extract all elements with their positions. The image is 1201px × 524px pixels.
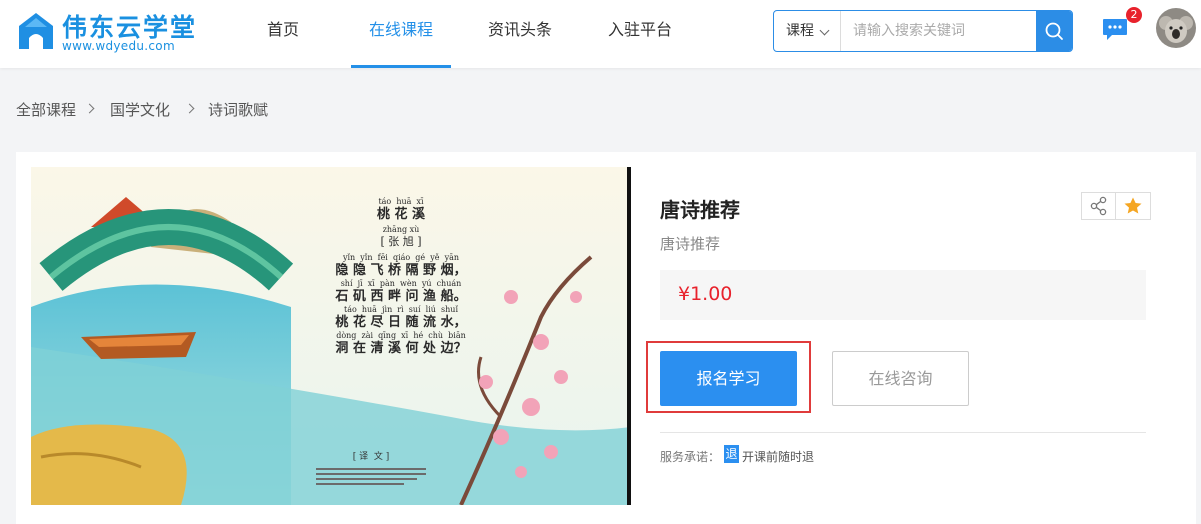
poem-translation-text [316, 465, 426, 488]
share-button[interactable] [1082, 193, 1116, 219]
site-logo[interactable]: 伟东云学堂 www.wdyedu.com [16, 8, 206, 58]
nav-home[interactable]: 首页 [266, 0, 300, 68]
search-bar: 课程 [773, 10, 1073, 52]
search-button[interactable] [1036, 11, 1072, 51]
nav-join-platform[interactable]: 入驻平台 [606, 0, 674, 68]
breadcrumb-all-courses[interactable]: 全部课程 [16, 99, 76, 120]
refund-policy-text: 开课前随时退 [742, 450, 815, 464]
koala-avatar-image [1156, 8, 1196, 48]
poem-title-pinyin: táo huā xī [378, 197, 424, 206]
breadcrumb-poetry[interactable]: 诗词歌赋 [208, 99, 268, 120]
chevron-right-icon [184, 103, 195, 114]
poem-line-1: 隐 隐 飞 桥 隔 野 烟， [335, 263, 467, 278]
school-house-icon [19, 13, 53, 49]
divider [660, 432, 1146, 433]
service-promise-label: 服务承诺： [660, 450, 721, 464]
nav-news[interactable]: 资讯头条 [486, 0, 554, 68]
refund-tag: 退 [724, 445, 739, 463]
poem-line-3-pinyin: táo huā jìn rì suí liú shuǐ [343, 305, 459, 314]
message-count-badge: 2 [1126, 7, 1142, 23]
poem-line-4-pinyin: dòng zài qīng xī hé chù biān [336, 331, 466, 340]
chevron-down-icon [819, 25, 830, 36]
star-icon [1124, 197, 1142, 214]
share-favorite-group [1081, 192, 1151, 220]
poem-line-2: 石 矶 西 畔 问 渔 船。 [335, 289, 467, 304]
poem-block: táo huā xī 桃 花 溪 zhāng xù [ 张 旭 ] yǐn yǐ… [301, 197, 501, 357]
online-consult-button[interactable]: 在线咨询 [832, 351, 969, 406]
poem-line-2-pinyin: shí jī xī pàn wèn yú chuán [340, 279, 462, 288]
search-type-select[interactable]: 课程 [774, 11, 841, 51]
user-avatar[interactable] [1156, 8, 1196, 48]
poem-author: [ 张 旭 ] [380, 235, 422, 248]
messages-button[interactable] [1101, 16, 1129, 42]
search-icon [1045, 22, 1063, 40]
chevron-right-icon [84, 103, 95, 114]
nav-online-courses[interactable]: 在线课程 [351, 0, 451, 68]
course-card: táo huā xī 桃 花 溪 zhāng xù [ 张 旭 ] yǐn yǐ… [16, 152, 1196, 524]
course-title: 唐诗推荐 [660, 198, 740, 222]
search-type-label: 课程 [786, 23, 814, 39]
enroll-button[interactable]: 报名学习 [660, 351, 797, 406]
favorite-button[interactable] [1116, 193, 1150, 219]
course-cover-image: táo huā xī 桃 花 溪 zhāng xù [ 张 旭 ] yǐn yǐ… [31, 167, 631, 505]
poem-line-4: 洞 在 清 溪 何 处 边？ [335, 341, 467, 356]
course-price: ¥1.00 [678, 283, 733, 305]
brand-url: www.wdyedu.com [62, 39, 175, 53]
poem-line-1-pinyin: yǐn yǐn fēi qiáo gé yě yān [342, 253, 460, 262]
search-input[interactable] [842, 11, 1037, 51]
breadcrumb-chinese-culture[interactable]: 国学文化 [110, 99, 170, 120]
course-subtitle: 唐诗推荐 [660, 235, 721, 253]
price-panel: ¥1.00 [660, 270, 1146, 320]
poem-title: 桃 花 溪 [376, 207, 426, 222]
top-header: 伟东云学堂 www.wdyedu.com 首页 在线课程 资讯头条 入驻平台 课… [0, 0, 1201, 68]
poem-line-3: 桃 花 尽 日 随 流 水， [335, 315, 467, 330]
poem-author-pinyin: zhāng xù [382, 225, 420, 234]
chat-bubble-icon [1103, 19, 1127, 40]
poem-translation-heading: [ 译 文 ] [352, 452, 390, 462]
share-icon [1090, 196, 1107, 216]
